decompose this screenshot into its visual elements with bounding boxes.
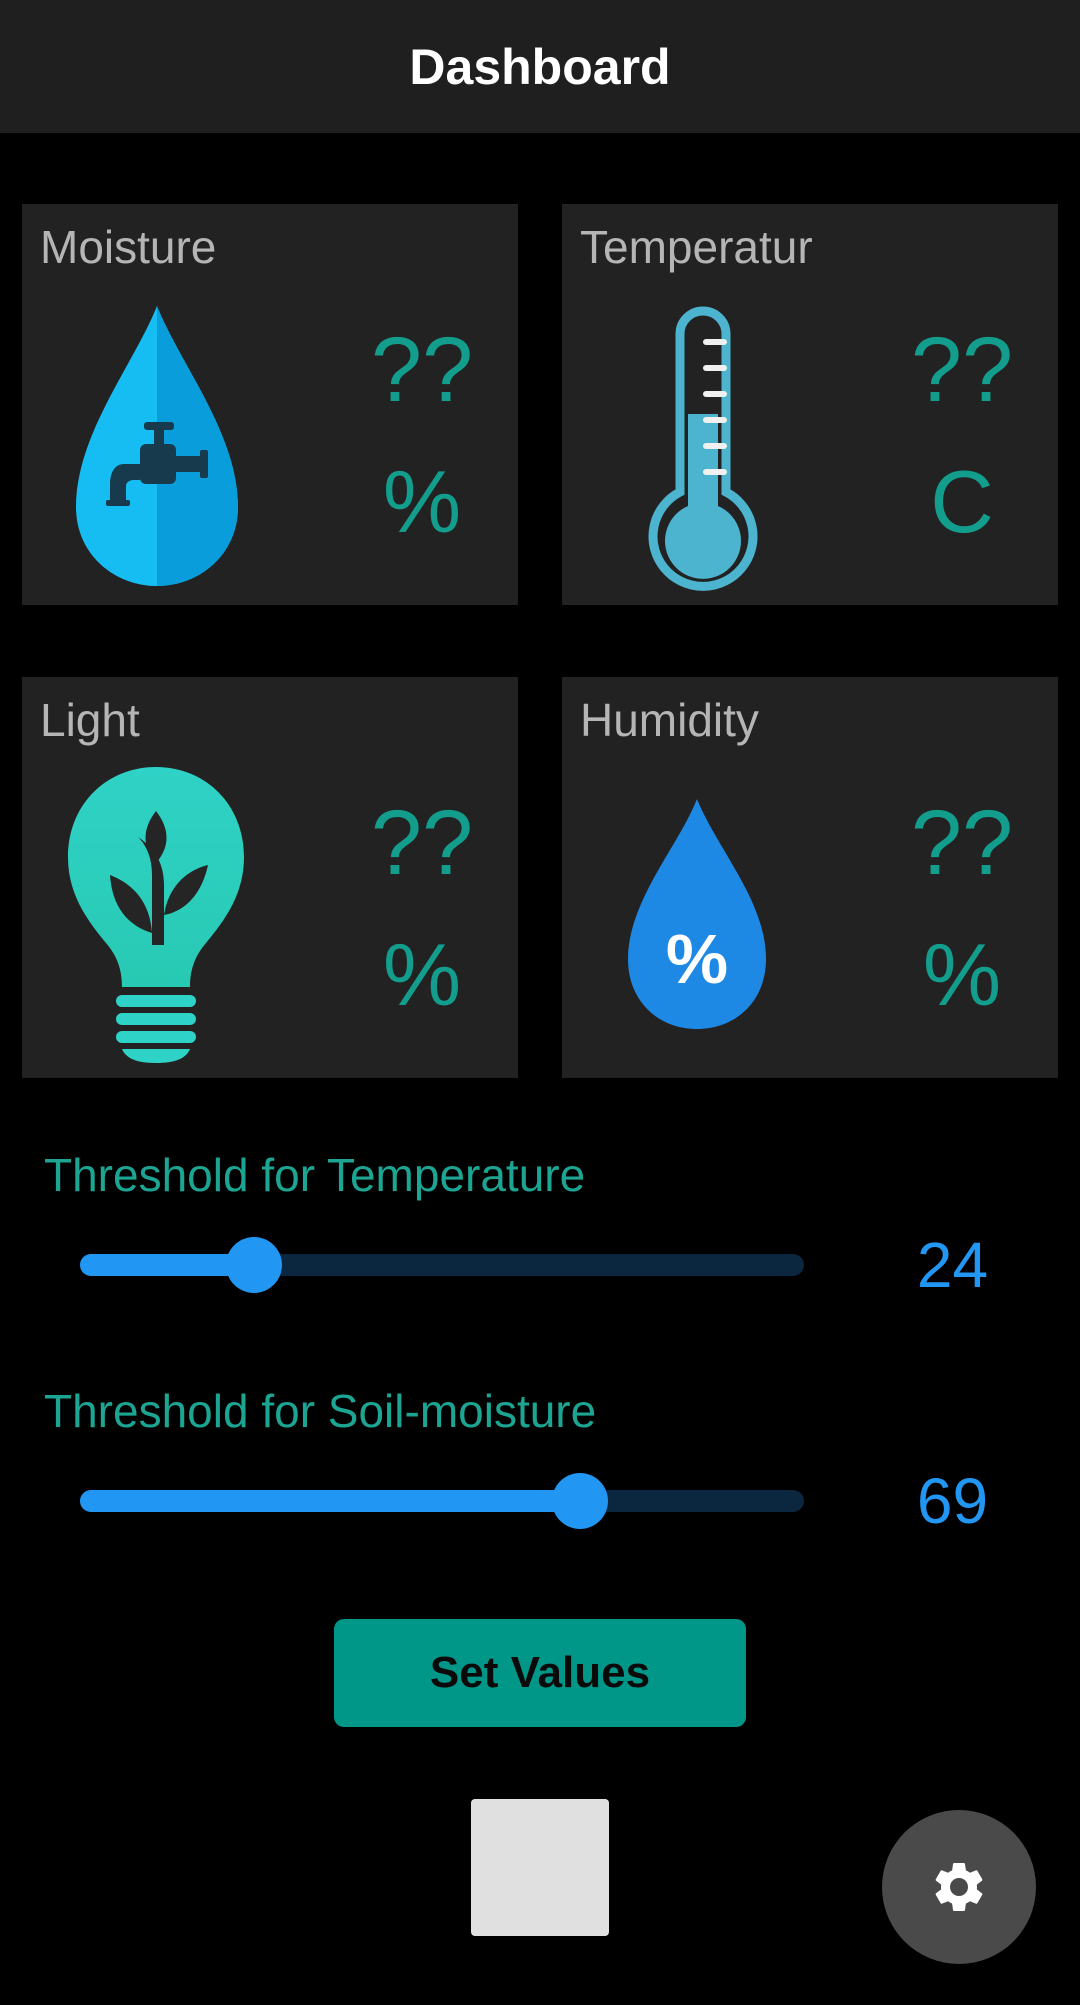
temperature-threshold-slider[interactable] xyxy=(80,1237,804,1293)
light-card: Light ?? % xyxy=(22,677,518,1078)
image-placeholder xyxy=(471,1799,609,1936)
temperature-card: Temperatur ?? C xyxy=(562,204,1058,605)
soil-moisture-threshold-label: Threshold for Soil-moisture xyxy=(44,1385,597,1437)
thermometer-icon xyxy=(648,306,758,591)
temperature-value: ?? xyxy=(910,319,1014,421)
humidity-card: Humidity % ?? % xyxy=(562,677,1058,1078)
soil-moisture-threshold-value: 69 xyxy=(916,1465,989,1537)
slider-thumb[interactable] xyxy=(551,1473,608,1529)
humidity-value: ?? xyxy=(910,792,1014,894)
slider-thumb[interactable] xyxy=(225,1237,282,1293)
gear-icon xyxy=(935,1862,983,1911)
light-label: Light xyxy=(40,694,140,746)
plant-bulb-icon xyxy=(68,767,244,1063)
temperature-threshold-value: 24 xyxy=(916,1229,989,1301)
page-title: Dashboard xyxy=(409,38,671,95)
faucet-drop-icon xyxy=(76,306,238,586)
humidity-drop-icon: % xyxy=(628,799,766,1029)
moisture-value: ?? xyxy=(370,319,474,421)
temperature-label: Temperatur xyxy=(580,221,813,273)
moisture-label: Moisture xyxy=(40,221,217,273)
slider-fill xyxy=(80,1490,580,1512)
temperature-threshold-label: Threshold for Temperature xyxy=(44,1149,586,1201)
moisture-card: Moisture ?? % xyxy=(22,204,518,605)
set-values-button[interactable]: Set Values xyxy=(334,1619,746,1727)
moisture-unit: % xyxy=(382,452,462,551)
app-bar: Dashboard xyxy=(0,0,1080,133)
light-value: ?? xyxy=(370,792,474,894)
soil-moisture-threshold-slider[interactable] xyxy=(80,1473,804,1529)
humidity-label: Humidity xyxy=(580,694,759,746)
light-unit: % xyxy=(382,925,462,1024)
temperature-unit: C xyxy=(930,452,994,551)
humidity-percent-glyph: % xyxy=(666,920,728,998)
settings-fab[interactable] xyxy=(882,1810,1036,1964)
humidity-unit: % xyxy=(922,925,1002,1024)
